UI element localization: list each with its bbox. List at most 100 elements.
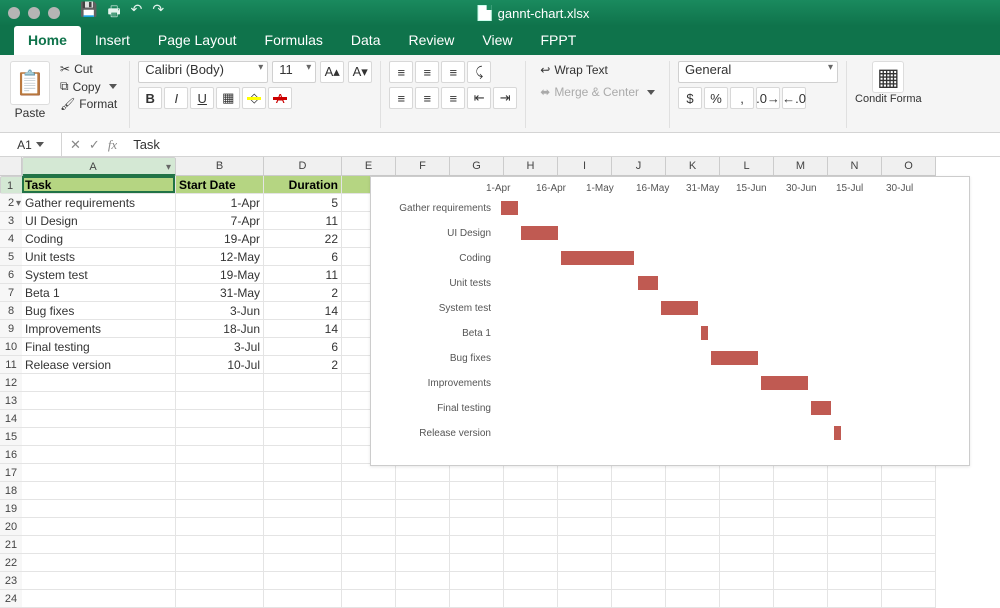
cell[interactable] xyxy=(176,446,264,464)
row-header[interactable]: 12 xyxy=(0,374,22,392)
align-right-button[interactable]: ≡ xyxy=(441,87,465,109)
cell[interactable] xyxy=(264,536,342,554)
currency-button[interactable]: $ xyxy=(678,87,702,109)
gantt-bar[interactable] xyxy=(501,201,518,215)
cell[interactable] xyxy=(882,464,936,482)
column-header[interactable]: N xyxy=(828,157,882,176)
cell[interactable]: 6 xyxy=(264,248,342,266)
tab-data[interactable]: Data xyxy=(337,26,395,55)
cell[interactable]: Gather requirements xyxy=(22,194,176,212)
tab-fppt[interactable]: FPPT xyxy=(526,26,590,55)
underline-button[interactable]: U xyxy=(190,87,214,109)
wrap-text-button[interactable]: ↩Wrap Text xyxy=(534,61,614,79)
cell[interactable] xyxy=(450,554,504,572)
row-header[interactable]: 16 xyxy=(0,446,22,464)
cell[interactable]: 14 xyxy=(264,320,342,338)
cell[interactable]: 1-Apr xyxy=(176,194,264,212)
cell[interactable] xyxy=(176,482,264,500)
cell[interactable]: Duration xyxy=(264,176,342,194)
cell[interactable] xyxy=(504,518,558,536)
cell[interactable]: Bug fixes xyxy=(22,302,176,320)
cell[interactable] xyxy=(666,500,720,518)
column-header[interactable]: A xyxy=(22,157,176,176)
align-middle-button[interactable]: ≡ xyxy=(415,61,439,83)
cell[interactable] xyxy=(558,500,612,518)
column-header[interactable]: O xyxy=(882,157,936,176)
gantt-chart[interactable]: 1-Apr16-Apr1-May16-May31-May15-Jun30-Jun… xyxy=(370,176,970,466)
accept-formula-icon[interactable]: ✓ xyxy=(89,137,100,153)
cell[interactable]: 12-May xyxy=(176,248,264,266)
close-window-icon[interactable] xyxy=(8,7,20,19)
cell[interactable] xyxy=(176,590,264,608)
cell[interactable]: 14 xyxy=(264,302,342,320)
cell[interactable]: Coding xyxy=(22,230,176,248)
cell[interactable] xyxy=(22,374,176,392)
increase-font-button[interactable]: A▴ xyxy=(320,61,344,83)
cell[interactable] xyxy=(22,590,176,608)
cell[interactable] xyxy=(774,482,828,500)
row-header[interactable]: 20 xyxy=(0,518,22,536)
cell[interactable] xyxy=(720,554,774,572)
cell[interactable] xyxy=(176,500,264,518)
cell[interactable]: 6 xyxy=(264,338,342,356)
row-header[interactable]: 7 xyxy=(0,284,22,302)
print-icon[interactable]: 🖶 xyxy=(107,1,120,25)
row-header[interactable]: 6 xyxy=(0,266,22,284)
minimize-window-icon[interactable] xyxy=(28,7,40,19)
cell[interactable] xyxy=(828,500,882,518)
gantt-bar[interactable] xyxy=(811,401,831,415)
cell[interactable] xyxy=(342,554,396,572)
cell[interactable] xyxy=(558,590,612,608)
percent-button[interactable]: % xyxy=(704,87,728,109)
cell[interactable] xyxy=(22,500,176,518)
cell[interactable] xyxy=(504,554,558,572)
cell[interactable] xyxy=(450,464,504,482)
row-header[interactable]: 15 xyxy=(0,428,22,446)
cell[interactable] xyxy=(450,536,504,554)
cell[interactable] xyxy=(774,500,828,518)
cell[interactable]: Task xyxy=(22,176,176,194)
comma-button[interactable]: , xyxy=(730,87,754,109)
cell[interactable] xyxy=(828,464,882,482)
cell[interactable] xyxy=(558,536,612,554)
tab-formulas[interactable]: Formulas xyxy=(251,26,337,55)
name-box[interactable]: A1 xyxy=(0,133,62,156)
cell[interactable] xyxy=(264,572,342,590)
cell[interactable] xyxy=(666,518,720,536)
row-header[interactable]: 3 xyxy=(0,212,22,230)
copy-button[interactable]: ⧉Copy xyxy=(56,78,121,95)
cell[interactable]: 10-Jul xyxy=(176,356,264,374)
tab-view[interactable]: View xyxy=(468,26,526,55)
format-painter-button[interactable]: 🖌Format xyxy=(56,96,121,112)
cell[interactable] xyxy=(342,590,396,608)
cell[interactable] xyxy=(666,554,720,572)
cell[interactable] xyxy=(264,410,342,428)
cell[interactable] xyxy=(342,500,396,518)
cell[interactable] xyxy=(882,536,936,554)
cell[interactable] xyxy=(22,410,176,428)
chevron-down-icon[interactable] xyxy=(109,84,117,89)
cell[interactable] xyxy=(882,482,936,500)
cell[interactable]: 18-Jun xyxy=(176,320,264,338)
cell[interactable] xyxy=(882,572,936,590)
cell[interactable] xyxy=(264,554,342,572)
column-header[interactable]: H xyxy=(504,157,558,176)
column-header[interactable]: D xyxy=(264,157,342,176)
cell[interactable]: 5 xyxy=(264,194,342,212)
borders-button[interactable]: ▦ xyxy=(216,87,240,109)
cell[interactable] xyxy=(176,572,264,590)
cell[interactable] xyxy=(774,536,828,554)
tab-review[interactable]: Review xyxy=(394,26,468,55)
cell[interactable]: 11 xyxy=(264,266,342,284)
column-header[interactable]: M xyxy=(774,157,828,176)
gantt-bar[interactable] xyxy=(834,426,841,440)
cell[interactable] xyxy=(720,518,774,536)
cell[interactable]: 22 xyxy=(264,230,342,248)
cell[interactable]: 2 xyxy=(264,284,342,302)
cell[interactable] xyxy=(612,518,666,536)
row-header[interactable]: 9 xyxy=(0,320,22,338)
cell[interactable] xyxy=(264,518,342,536)
bold-button[interactable]: B xyxy=(138,87,162,109)
cell[interactable]: Unit tests xyxy=(22,248,176,266)
increase-decimal-button[interactable]: .0→ xyxy=(756,87,780,109)
